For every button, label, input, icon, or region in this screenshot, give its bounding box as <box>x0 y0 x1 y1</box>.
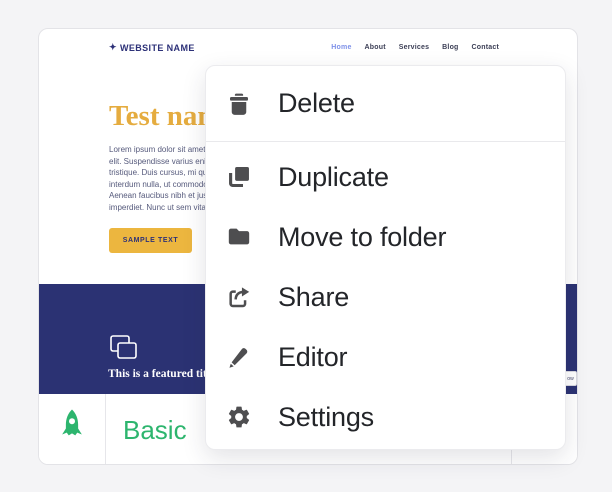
menu-item-delete[interactable]: Delete <box>206 66 565 141</box>
brand: ✦ WEBSITE NAME <box>109 42 195 53</box>
nav-link-about[interactable]: About <box>365 44 386 51</box>
menu-item-label: Share <box>278 281 350 312</box>
featured-title: This is a featured title <box>108 368 216 380</box>
menu-item-label: Move to folder <box>278 221 447 252</box>
menu-item-move-to-folder[interactable]: Move to folder <box>206 207 565 267</box>
nav-link-blog[interactable]: Blog <box>442 44 458 51</box>
nav-link-home[interactable]: Home <box>331 44 351 51</box>
rocket-icon <box>57 408 87 453</box>
menu-item-duplicate[interactable]: Duplicate <box>206 147 565 207</box>
pencil-icon <box>229 348 248 368</box>
menu-item-label: Editor <box>278 341 348 372</box>
menu-item-share[interactable]: Share <box>206 267 565 327</box>
site-nav: Home About Services Blog Contact <box>331 44 499 51</box>
menu-item-label: Settings <box>278 401 374 432</box>
nav-link-services[interactable]: Services <box>399 44 429 51</box>
menu-item-label: Delete <box>278 88 355 118</box>
brand-name: WEBSITE NAME <box>119 42 195 53</box>
four-pointed-star-icon: ✦ <box>109 42 117 52</box>
sample-text-button[interactable]: SAMPLE TEXT <box>109 228 192 253</box>
plan-icon-cell <box>39 394 106 464</box>
share-icon <box>229 287 250 308</box>
context-menu: Delete Duplicate Move to folder Share Ed… <box>205 65 566 450</box>
nav-link-contact[interactable]: Contact <box>472 44 499 51</box>
gear-icon <box>228 406 250 428</box>
folder-icon <box>228 228 250 245</box>
duplicate-icon <box>229 167 249 187</box>
overlapping-frames-icon <box>110 335 138 366</box>
menu-item-editor[interactable]: Editor <box>206 327 565 387</box>
menu-list: Duplicate Move to folder Share Editor Se… <box>206 142 565 447</box>
menu-item-settings[interactable]: Settings <box>206 387 565 447</box>
trash-icon <box>230 93 248 115</box>
menu-item-label: Duplicate <box>278 161 389 192</box>
